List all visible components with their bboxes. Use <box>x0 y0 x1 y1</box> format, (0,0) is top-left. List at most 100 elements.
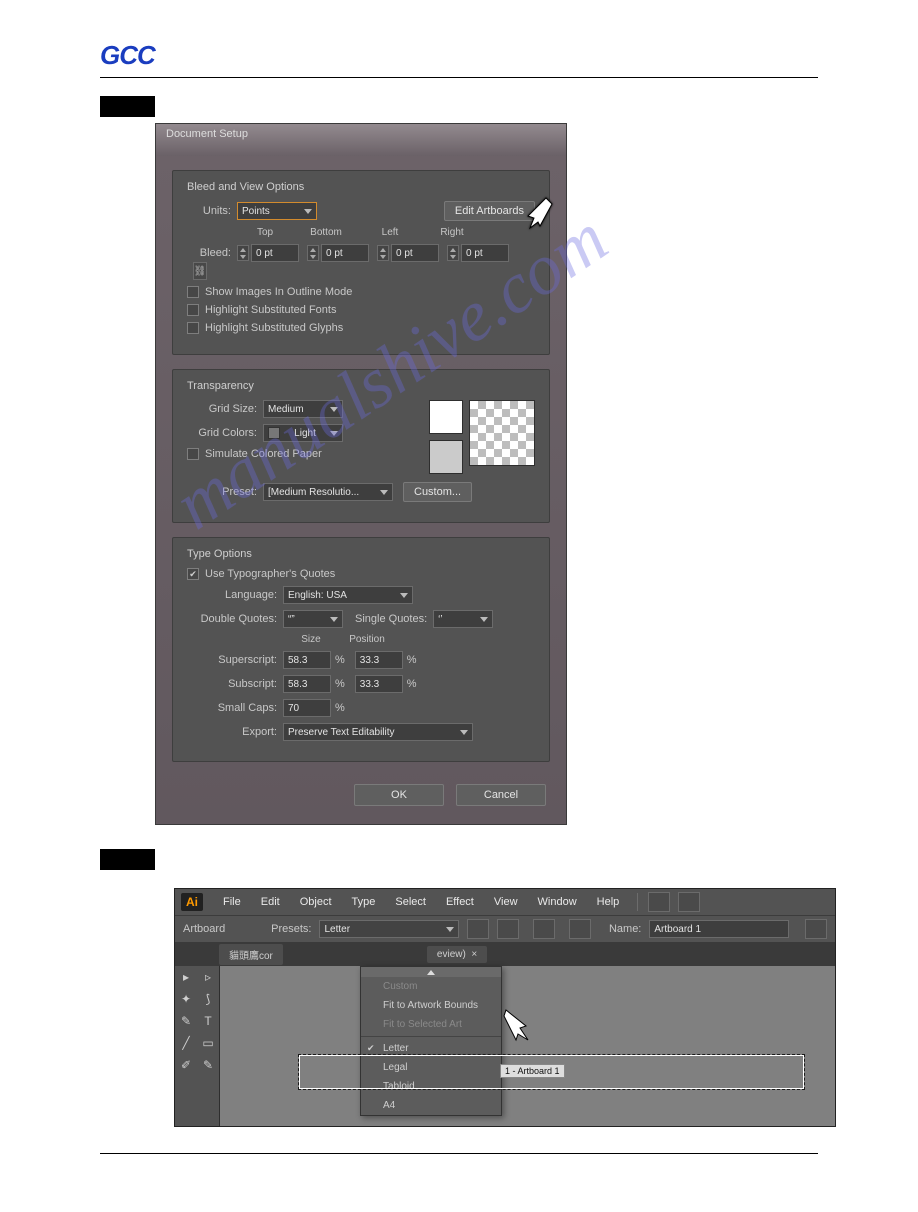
bleed-right-input[interactable]: 0 pt <box>461 244 509 262</box>
lasso-tool-icon[interactable]: ⟆ <box>197 988 219 1010</box>
preset-value: [Medium Resolutio... <box>268 487 359 498</box>
single-quotes-value: ‘’ <box>438 614 442 625</box>
col-left: Left <box>359 227 421 238</box>
language-select[interactable]: English: USA <box>283 586 413 604</box>
export-label: Export: <box>187 726 277 738</box>
units-label: Units: <box>187 205 231 217</box>
rectangle-tool-icon[interactable]: ▭ <box>197 1032 219 1054</box>
close-icon[interactable]: × <box>471 949 477 960</box>
layout-icon[interactable] <box>678 892 700 912</box>
chevron-down-icon <box>446 927 454 932</box>
subscript-label: Subscript: <box>187 678 277 690</box>
workarea: ▸ ▹ ✦ ⟆ ✎ T ╱ ▭ ✐ ✎ Custom Fit to Artwor… <box>175 966 835 1126</box>
options-icon[interactable] <box>805 919 827 939</box>
position-col: Position <box>339 634 395 645</box>
artboard-name-input[interactable]: Artboard 1 <box>649 920 789 938</box>
menu-effect[interactable]: Effect <box>438 896 482 908</box>
swatch-white[interactable] <box>429 400 463 434</box>
smallcaps-input[interactable]: 70 <box>283 699 331 717</box>
brush-tool-icon[interactable]: ✐ <box>175 1054 197 1076</box>
cancel-button[interactable]: Cancel <box>456 784 546 806</box>
single-quotes-select[interactable]: ‘’ <box>433 610 493 628</box>
percent-label: % <box>335 654 345 666</box>
menu-file[interactable]: File <box>215 896 249 908</box>
bleed-left-input[interactable]: 0 pt <box>391 244 439 262</box>
simulate-paper-checkbox[interactable] <box>187 448 199 460</box>
highlight-glyphs-label: Highlight Substituted Glyphs <box>205 322 343 334</box>
custom-button[interactable]: Custom... <box>403 482 472 502</box>
pencil-tool-icon[interactable]: ✎ <box>197 1054 219 1076</box>
gridcolors-select[interactable]: Light <box>263 424 343 442</box>
separator <box>361 1036 501 1037</box>
bleed-top-stepper[interactable] <box>237 245 249 261</box>
gridsize-select[interactable]: Medium <box>263 400 343 418</box>
preset-a4[interactable]: A4 <box>361 1096 501 1115</box>
show-images-checkbox[interactable] <box>187 286 199 298</box>
units-select[interactable]: Points <box>237 202 317 220</box>
artboard-label: 1 - Artboard 1 <box>500 1064 565 1078</box>
preset-fit-artwork-bounds[interactable]: Fit to Artwork Bounds <box>361 996 501 1015</box>
delete-artboard-icon[interactable] <box>569 919 591 939</box>
preset-fit-selected[interactable]: Fit to Selected Art <box>361 1015 501 1034</box>
menu-select[interactable]: Select <box>387 896 434 908</box>
link-icon[interactable]: ⛓ <box>193 262 207 280</box>
document-setup-dialog: Document Setup Bleed and View Options Un… <box>155 123 567 825</box>
menu-view[interactable]: View <box>486 896 526 908</box>
type-options-panel: Type Options Use Typographer's Quotes La… <box>172 537 550 762</box>
panel-title: Transparency <box>187 380 535 392</box>
document-tab[interactable]: eview) × <box>427 946 487 963</box>
ok-button[interactable]: OK <box>354 784 444 806</box>
swatch-gray[interactable] <box>429 440 463 474</box>
highlight-fonts-checkbox[interactable] <box>187 304 199 316</box>
language-value: English: USA <box>288 590 347 601</box>
superscript-pos-input[interactable]: 33.3 <box>355 651 403 669</box>
subscript-pos-input[interactable]: 33.3 <box>355 675 403 693</box>
export-value: Preserve Text Editability <box>288 727 395 738</box>
chevron-down-icon <box>330 407 338 412</box>
highlight-glyphs-checkbox[interactable] <box>187 322 199 334</box>
double-quotes-select[interactable]: “” <box>283 610 343 628</box>
new-artboard-icon[interactable] <box>533 919 555 939</box>
subscript-size-input[interactable]: 58.3 <box>283 675 331 693</box>
highlight-fonts-label: Highlight Substituted Fonts <box>205 304 336 316</box>
scroll-up-icon[interactable] <box>361 967 501 977</box>
bleed-bottom-stepper[interactable] <box>307 245 319 261</box>
panel-title: Bleed and View Options <box>187 181 535 193</box>
percent-label: % <box>335 678 345 690</box>
illustrator-window: Ai File Edit Object Type Select Effect V… <box>174 888 836 1127</box>
logo: GCC <box>100 40 818 71</box>
show-images-label: Show Images In Outline Mode <box>205 286 352 298</box>
line-tool-icon[interactable]: ╱ <box>175 1032 197 1054</box>
orientation-portrait-icon[interactable] <box>467 919 489 939</box>
orientation-landscape-icon[interactable] <box>497 919 519 939</box>
simulate-paper-label: Simulate Colored Paper <box>205 448 322 460</box>
typographers-quotes-checkbox[interactable] <box>187 568 199 580</box>
menu-edit[interactable]: Edit <box>253 896 288 908</box>
bleed-bottom-input[interactable]: 0 pt <box>321 244 369 262</box>
magic-wand-tool-icon[interactable]: ✦ <box>175 988 197 1010</box>
document-tab[interactable]: 貓頭鷹cor <box>219 944 283 965</box>
bleed-left-stepper[interactable] <box>377 245 389 261</box>
type-tool-icon[interactable]: T <box>197 1010 219 1032</box>
layout-icon[interactable] <box>648 892 670 912</box>
direct-selection-tool-icon[interactable]: ▹ <box>197 966 219 988</box>
export-select[interactable]: Preserve Text Editability <box>283 723 473 741</box>
menu-object[interactable]: Object <box>292 896 340 908</box>
pen-tool-icon[interactable]: ✎ <box>175 1010 197 1032</box>
menu-window[interactable]: Window <box>530 896 585 908</box>
menu-type[interactable]: Type <box>344 896 384 908</box>
bleed-top-input[interactable]: 0 pt <box>251 244 299 262</box>
divider-top <box>100 77 818 78</box>
canvas[interactable]: Custom Fit to Artwork Bounds Fit to Sele… <box>220 966 835 1126</box>
transparency-preview <box>469 400 535 466</box>
bleed-right-stepper[interactable] <box>447 245 459 261</box>
preset-custom[interactable]: Custom <box>361 977 501 996</box>
superscript-size-input[interactable]: 58.3 <box>283 651 331 669</box>
col-bottom: Bottom <box>293 227 359 238</box>
preset-select[interactable]: [Medium Resolutio... <box>263 483 393 501</box>
menu-help[interactable]: Help <box>589 896 628 908</box>
presets-select[interactable]: Letter <box>319 920 459 938</box>
bleed-view-panel: Bleed and View Options Units: Points Edi… <box>172 170 550 355</box>
document-tabs: 貓頭鷹cor eview) × <box>175 942 835 966</box>
selection-tool-icon[interactable]: ▸ <box>175 966 197 988</box>
